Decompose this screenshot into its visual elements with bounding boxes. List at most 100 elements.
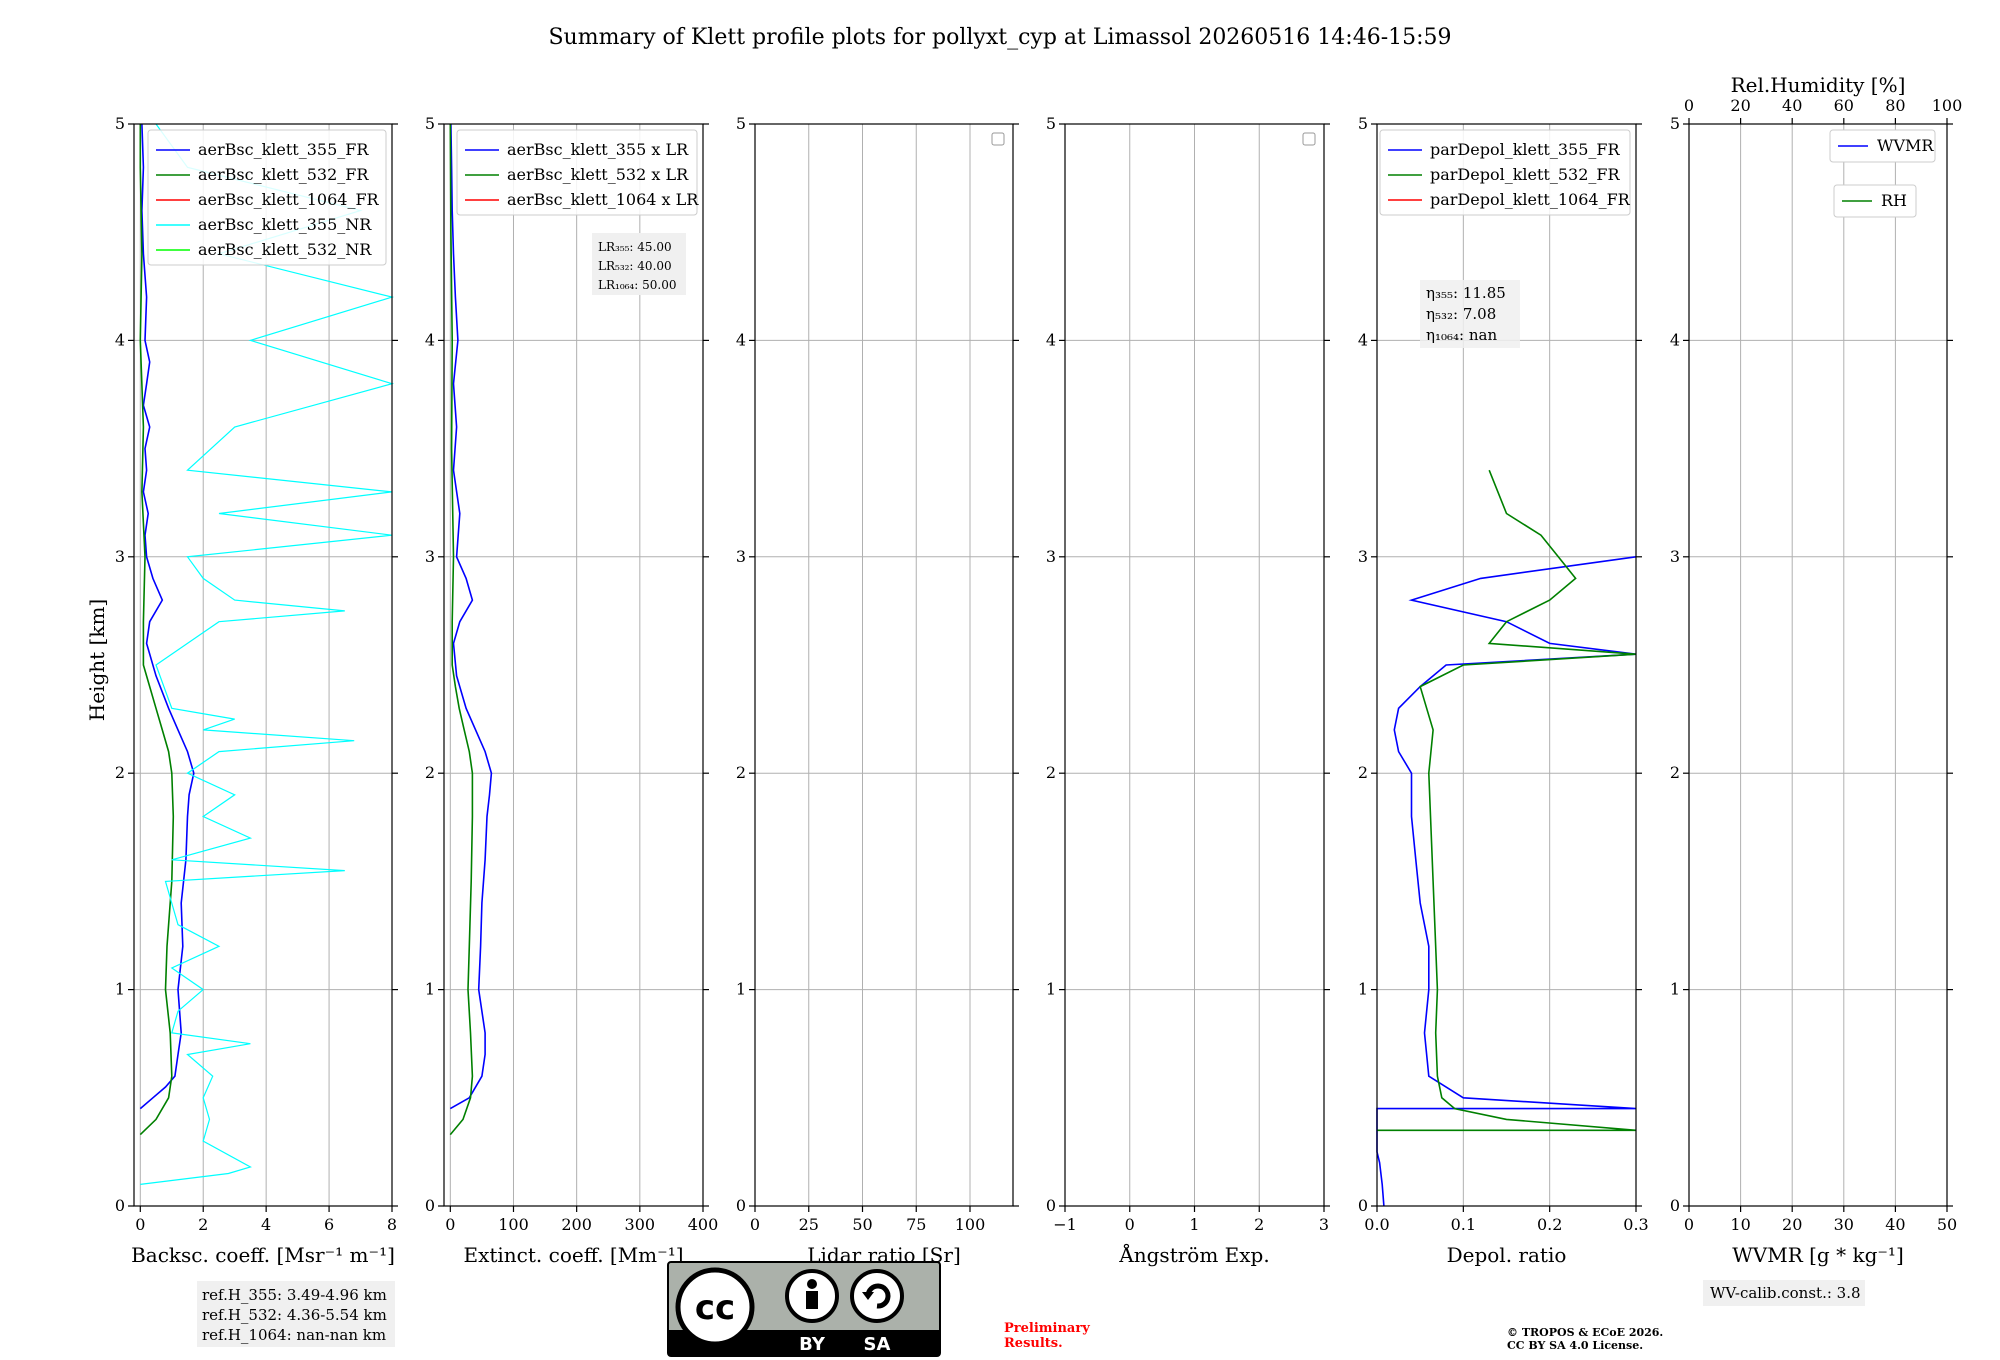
y-tick-label: 4 bbox=[1670, 330, 1680, 349]
lidar-ratio-box: LR₃₅₅: 45.00 LR₅₃₂: 40.00 LR₁₀₆₄: 50.00 bbox=[592, 233, 686, 295]
x-tick-label: 0 bbox=[135, 1215, 145, 1234]
y-tick-label: 4 bbox=[425, 330, 435, 349]
x2-tick-label: 80 bbox=[1885, 96, 1905, 115]
figure-title: Summary of Klett profile plots for polly… bbox=[548, 25, 1451, 50]
eta-532: η₅₃₂: 7.08 bbox=[1426, 305, 1496, 323]
x-tick-label: 0.2 bbox=[1537, 1215, 1562, 1234]
legend-label: parDepol_klett_355_FR bbox=[1430, 140, 1621, 159]
y-tick-label: 2 bbox=[425, 763, 435, 782]
x-tick-label: 25 bbox=[799, 1215, 819, 1234]
x-axis-label: Ångström Exp. bbox=[1118, 1242, 1269, 1267]
plot-frame bbox=[133, 123, 393, 1207]
x-axis-label: Extinct. coeff. [Mm⁻¹] bbox=[463, 1243, 683, 1267]
x-tick-label: 0.3 bbox=[1623, 1215, 1648, 1234]
y-tick-label: 5 bbox=[1670, 114, 1680, 133]
eta-355: η₃₅₅: 11.85 bbox=[1426, 284, 1506, 302]
x-tick-label: −1 bbox=[1053, 1215, 1077, 1234]
y-tick-label: 3 bbox=[1046, 547, 1056, 566]
legend-label: aerBsc_klett_1064 x LR bbox=[507, 190, 699, 209]
cc-by-sa-badge: cc BY SA bbox=[667, 1261, 941, 1357]
x-tick-label: 0 bbox=[445, 1215, 455, 1234]
x-tick-label: 75 bbox=[906, 1215, 926, 1234]
wv-calib-const: WV-calib.const.: 3.8 bbox=[1710, 1284, 1861, 1302]
ref-height-532: ref.H_532: 4.36-5.54 km bbox=[202, 1306, 387, 1324]
y-axis-label: Height [km] bbox=[85, 599, 109, 721]
plot-frame bbox=[754, 123, 1014, 1207]
angstrom-panel: −1 0 1 2 3012345Ångström Exp. bbox=[1046, 114, 1330, 1267]
empty-legend bbox=[1302, 132, 1316, 146]
y-tick-label: 2 bbox=[1358, 763, 1368, 782]
legend-label: aerBsc_klett_355 x LR bbox=[507, 140, 689, 159]
legend-label: aerBsc_klett_532 x LR bbox=[507, 165, 689, 184]
y-tick-label: 5 bbox=[425, 114, 435, 133]
x-tick-label: 10 bbox=[1730, 1215, 1750, 1234]
x2-tick-label: 20 bbox=[1730, 96, 1750, 115]
legend-label: aerBsc_klett_355_NR bbox=[198, 215, 372, 234]
copyright-line1: © TROPOS & ECoE 2026. bbox=[1507, 1326, 1663, 1339]
x-tick-label: 300 bbox=[625, 1215, 656, 1234]
y-tick-label: 5 bbox=[1358, 114, 1368, 133]
x2-tick-label: 100 bbox=[1932, 96, 1963, 115]
by-label: BY bbox=[799, 1334, 826, 1355]
x-axis-label: Depol. ratio bbox=[1447, 1243, 1567, 1267]
x2-tick-label: 0 bbox=[1684, 96, 1694, 115]
copyright-line2: CC BY SA 4.0 License. bbox=[1507, 1339, 1643, 1352]
share-alike-icon bbox=[850, 1269, 904, 1323]
y-tick-label: 0 bbox=[1046, 1196, 1056, 1215]
y-tick-label: 1 bbox=[736, 980, 746, 999]
x-tick-label: 400 bbox=[688, 1215, 719, 1234]
y-tick-label: 4 bbox=[1358, 330, 1368, 349]
y-tick-label: 0 bbox=[115, 1196, 125, 1215]
y-tick-label: 1 bbox=[1670, 980, 1680, 999]
y-tick-label: 4 bbox=[736, 330, 746, 349]
y-tick-label: 1 bbox=[1046, 980, 1056, 999]
x-tick-label: 2 bbox=[1254, 1215, 1264, 1234]
x-tick-label: 1 bbox=[1189, 1215, 1199, 1234]
x-tick-label: 0.0 bbox=[1364, 1215, 1389, 1234]
x-tick-label: 8 bbox=[387, 1215, 397, 1234]
x-tick-label: 0 bbox=[1125, 1215, 1135, 1234]
y-tick-label: 4 bbox=[1046, 330, 1056, 349]
series-line-aerBsc_klett_355 x LR bbox=[449, 123, 493, 1110]
series-line-parDepol_klett_532_FR bbox=[1377, 469, 1637, 1132]
y-tick-label: 1 bbox=[115, 980, 125, 999]
x-tick-label: 100 bbox=[498, 1215, 529, 1234]
x-tick-label: 50 bbox=[1937, 1215, 1957, 1234]
backscatter-panel: 0 2 4 6 8 0 1 2 3 4 5 Backsc. coeff. [Msr⁻¹ m⁻¹] aer… bbox=[115, 114, 398, 1267]
series-line-aerBsc_klett_532 x LR bbox=[449, 123, 474, 1136]
y-tick-label: 0 bbox=[1670, 1196, 1680, 1215]
y-tick-label: 4 bbox=[115, 330, 125, 349]
x-tick-label: 2 bbox=[198, 1215, 208, 1234]
eta-1064: η₁₀₆₄: nan bbox=[1426, 326, 1497, 344]
lr-1064: LR₁₀₆₄: 50.00 bbox=[598, 278, 676, 292]
ref-height-355: ref.H_355: 3.49-4.96 km bbox=[202, 1286, 387, 1304]
y-tick-label: 0 bbox=[425, 1196, 435, 1215]
cc-text: cc bbox=[695, 1288, 735, 1328]
x-tick-label: 4 bbox=[261, 1215, 271, 1234]
x2-tick-label: 60 bbox=[1834, 96, 1854, 115]
y-tick-label: 5 bbox=[736, 114, 746, 133]
x-tick-label: 0.1 bbox=[1451, 1215, 1476, 1234]
legend-label: aerBsc_klett_355_FR bbox=[198, 140, 369, 159]
y-tick-label: 5 bbox=[1046, 114, 1056, 133]
preliminary-line1: Preliminary bbox=[1004, 1321, 1090, 1336]
x2-axis-label: Rel.Humidity [%] bbox=[1731, 73, 1906, 97]
x-tick-label: 30 bbox=[1834, 1215, 1854, 1234]
x2-tick-label: 40 bbox=[1782, 96, 1802, 115]
eta-box: η₃₅₅: 11.85 η₅₃₂: 7.08 η₁₀₆₄: nan bbox=[1420, 280, 1520, 348]
x-tick-label: 40 bbox=[1885, 1215, 1905, 1234]
y-tick-label: 0 bbox=[1358, 1196, 1368, 1215]
y-tick-label: 5 bbox=[115, 114, 125, 133]
x-tick-label: 200 bbox=[561, 1215, 592, 1234]
lidar-ratio-panel: 0 25 50 75 100012345Lidar ratio [Sr] bbox=[736, 114, 1019, 1267]
y-tick-label: 2 bbox=[1046, 763, 1056, 782]
wv-calib-box: WV-calib.const.: 3.8 bbox=[1703, 1280, 1865, 1306]
lr-355: LR₃₅₅: 45.00 bbox=[598, 240, 672, 254]
ref-height-1064: ref.H_1064: nan-nan km bbox=[202, 1326, 386, 1344]
legend-label: WVMR bbox=[1877, 136, 1934, 155]
water-vapor-panel: 0 10 20 30 40 50 0 1 2 3 4 5 WVMR [g * kg⁻¹] 0 20 40 60 8… bbox=[1670, 73, 1962, 1267]
y-tick-label: 3 bbox=[1358, 547, 1368, 566]
y-tick-label: 0 bbox=[736, 1196, 746, 1215]
x-tick-label: 20 bbox=[1782, 1215, 1802, 1234]
x-tick-label: 3 bbox=[1319, 1215, 1329, 1234]
